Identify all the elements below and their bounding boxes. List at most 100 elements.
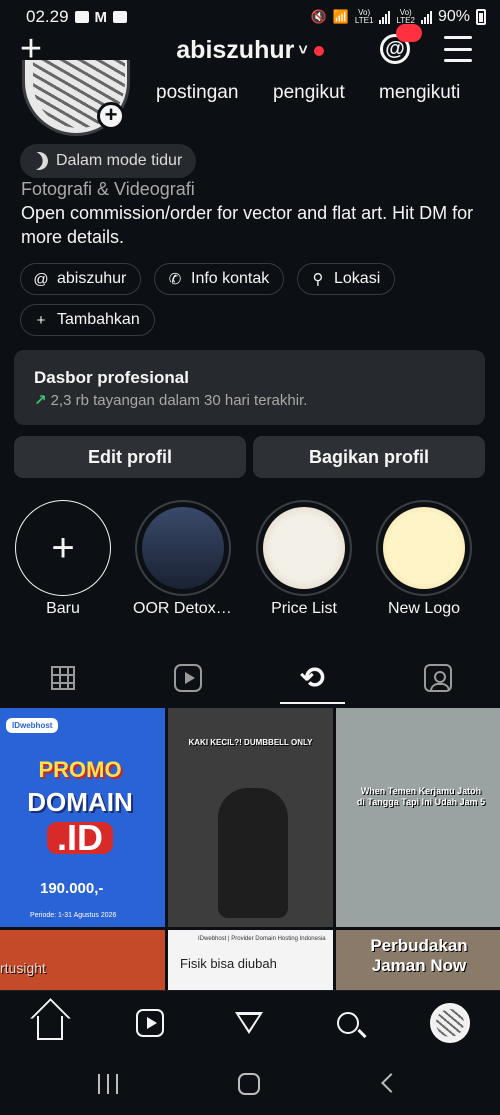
- mute-icon: 🔇: [310, 9, 327, 24]
- followers-stat-label[interactable]: pengikut: [273, 82, 345, 104]
- status-time: 02.29: [26, 7, 69, 26]
- nav-home[interactable]: [30, 1003, 70, 1043]
- reels-icon: [173, 664, 202, 692]
- highlight-label: OOR Detox JK...: [133, 600, 233, 617]
- moon-icon: [27, 149, 50, 172]
- chevron-down-icon: ˅: [298, 42, 308, 60]
- contact-info-chip[interactable]: ✆ Info kontak: [154, 263, 285, 295]
- bottom-nav: [0, 990, 500, 1052]
- youtube-icon: [113, 11, 128, 23]
- highlight-cover: [142, 507, 224, 589]
- post-caption: Perbudakan Jaman Now: [370, 936, 468, 975]
- tab-tagged[interactable]: [375, 650, 500, 706]
- post-tile[interactable]: When Temen Kerjamu Jatoh di Tangga Tapi …: [336, 708, 500, 927]
- lte2-icon: Vo) LTE2: [396, 8, 415, 25]
- back-icon[interactable]: [381, 1073, 401, 1093]
- highlight-label: Baru: [46, 600, 80, 617]
- lte1-icon: Vo) LTE1: [354, 8, 374, 25]
- contact-chip-label: Info kontak: [191, 270, 270, 287]
- phone-icon: ✆: [168, 271, 182, 288]
- post-period: Periode: 1-31 Agustus 2026: [30, 912, 117, 919]
- post-headline: PROMO DOMAIN .ID: [10, 754, 150, 862]
- sleep-mode-label: Dalam mode tidur: [56, 152, 183, 169]
- post-tile[interactable]: rtusight: [0, 930, 165, 990]
- send-icon: [235, 1012, 263, 1034]
- repost-icon: ⟲: [299, 661, 326, 695]
- nav-reels[interactable]: [130, 1003, 170, 1043]
- home-button-icon[interactable]: [238, 1073, 260, 1095]
- search-icon: [337, 1012, 359, 1034]
- location-chip-label: Lokasi: [334, 270, 381, 287]
- dashboard-title: Dasbor profesional: [34, 368, 189, 387]
- highlight-item[interactable]: OOR Detox JK...: [133, 500, 233, 618]
- system-nav-bar: [0, 1052, 500, 1115]
- edit-profile-button[interactable]: Edit profil: [14, 436, 246, 478]
- post-promo-text: PROMO: [38, 757, 122, 782]
- share-profile-button[interactable]: Bagikan profil: [253, 436, 485, 478]
- threads-chip-label: abiszuhur: [57, 270, 127, 287]
- nav-profile[interactable]: [430, 1003, 470, 1043]
- post-caption: Fisik bisa diubah: [180, 956, 277, 971]
- notification-dot: [313, 46, 324, 57]
- post-brand: IDwebhost: [6, 718, 59, 733]
- profile-bio: Open commission/order for vector and fla…: [21, 203, 474, 247]
- location-chip[interactable]: ⚲ Lokasi: [297, 263, 396, 295]
- location-pin-icon: ⚲: [312, 271, 324, 288]
- dashboard-subtitle-row: ↗ 2,3 rb tayangan dalam 30 hari terakhir.: [34, 391, 465, 409]
- threads-badge: [396, 24, 422, 42]
- post-caption: KAKI KECIL?! DUMBBELL ONLY: [188, 738, 313, 747]
- tab-reels[interactable]: [125, 650, 250, 706]
- post-domain-text: DOMAIN: [27, 787, 133, 817]
- add-chip-label: Tambahkan: [57, 311, 140, 328]
- post-tile[interactable]: KAKI KECIL?! DUMBBELL ONLY: [168, 708, 333, 927]
- post-caption: rtusight: [0, 960, 46, 976]
- post-id-text: .ID: [46, 820, 113, 856]
- highlight-label: Price List: [271, 600, 337, 617]
- recent-apps-icon[interactable]: [98, 1074, 118, 1094]
- following-stat-label[interactable]: mengikuti: [379, 82, 460, 104]
- sleep-mode-pill[interactable]: Dalam mode tidur: [20, 144, 197, 178]
- battery-percent: 90%: [437, 8, 470, 25]
- nav-search[interactable]: [328, 1003, 368, 1043]
- threads-small-icon: @: [33, 270, 49, 288]
- highlight-new[interactable]: + Baru: [13, 500, 113, 618]
- highlight-ring: [135, 500, 231, 596]
- signal2-icon: [420, 10, 432, 24]
- post-tile[interactable]: IDwebhost PROMO DOMAIN .ID 190.000,- Per…: [0, 708, 165, 927]
- battery-icon: [476, 9, 486, 25]
- plus-icon: +: [36, 311, 46, 329]
- dashboard-subtitle: 2,3 rb tayangan dalam 30 hari terakhir.: [50, 392, 308, 409]
- signal1-icon: [379, 10, 391, 24]
- add-chip[interactable]: + Tambahkan: [20, 304, 155, 336]
- post-price: 190.000,-: [40, 880, 104, 897]
- gallery-icon: [74, 11, 89, 23]
- tab-grid[interactable]: [0, 650, 125, 706]
- highlight-item[interactable]: Price List: [254, 500, 354, 618]
- post-image-figure: [218, 788, 288, 918]
- threads-chip[interactable]: @ abiszuhur: [20, 263, 142, 295]
- wifi-icon: 📶: [332, 9, 349, 24]
- highlight-ring: [376, 500, 472, 596]
- home-icon: [37, 1016, 63, 1040]
- add-story-icon[interactable]: +: [97, 102, 125, 130]
- highlight-cover: [263, 507, 345, 589]
- highlight-item[interactable]: New Logo: [374, 500, 474, 618]
- highlight-cover: [383, 507, 465, 589]
- post-tile[interactable]: IDwebhost | Provider Domain Hosting Indo…: [168, 930, 333, 990]
- content-tabs: ⟲: [0, 650, 500, 706]
- new-highlight-plus-icon: +: [15, 500, 111, 596]
- post-tile[interactable]: Perbudakan Jaman Now: [336, 930, 500, 990]
- status-bar: 02.29 M 🔇 📶 Vo) LTE1 Vo) LTE2 90%: [0, 0, 500, 34]
- tagged-icon: [423, 664, 452, 692]
- highlight-label: New Logo: [387, 600, 461, 617]
- professional-dashboard[interactable]: Dasbor profesional ↗ 2,3 rb tayangan dala…: [14, 350, 485, 425]
- nav-messages[interactable]: [229, 1003, 269, 1043]
- post-caption: When Temen Kerjamu Jatoh di Tangga Tapi …: [356, 786, 486, 807]
- username: abiszuhur: [176, 36, 295, 64]
- post-header: IDwebhost | Provider Domain Hosting Indo…: [198, 936, 326, 942]
- tab-reposts[interactable]: ⟲: [250, 650, 375, 706]
- trend-arrow-icon: ↗: [34, 392, 47, 409]
- posts-stat-label[interactable]: postingan: [156, 82, 238, 104]
- hamburger-menu-icon[interactable]: [444, 36, 472, 62]
- reels-icon: [136, 1009, 164, 1037]
